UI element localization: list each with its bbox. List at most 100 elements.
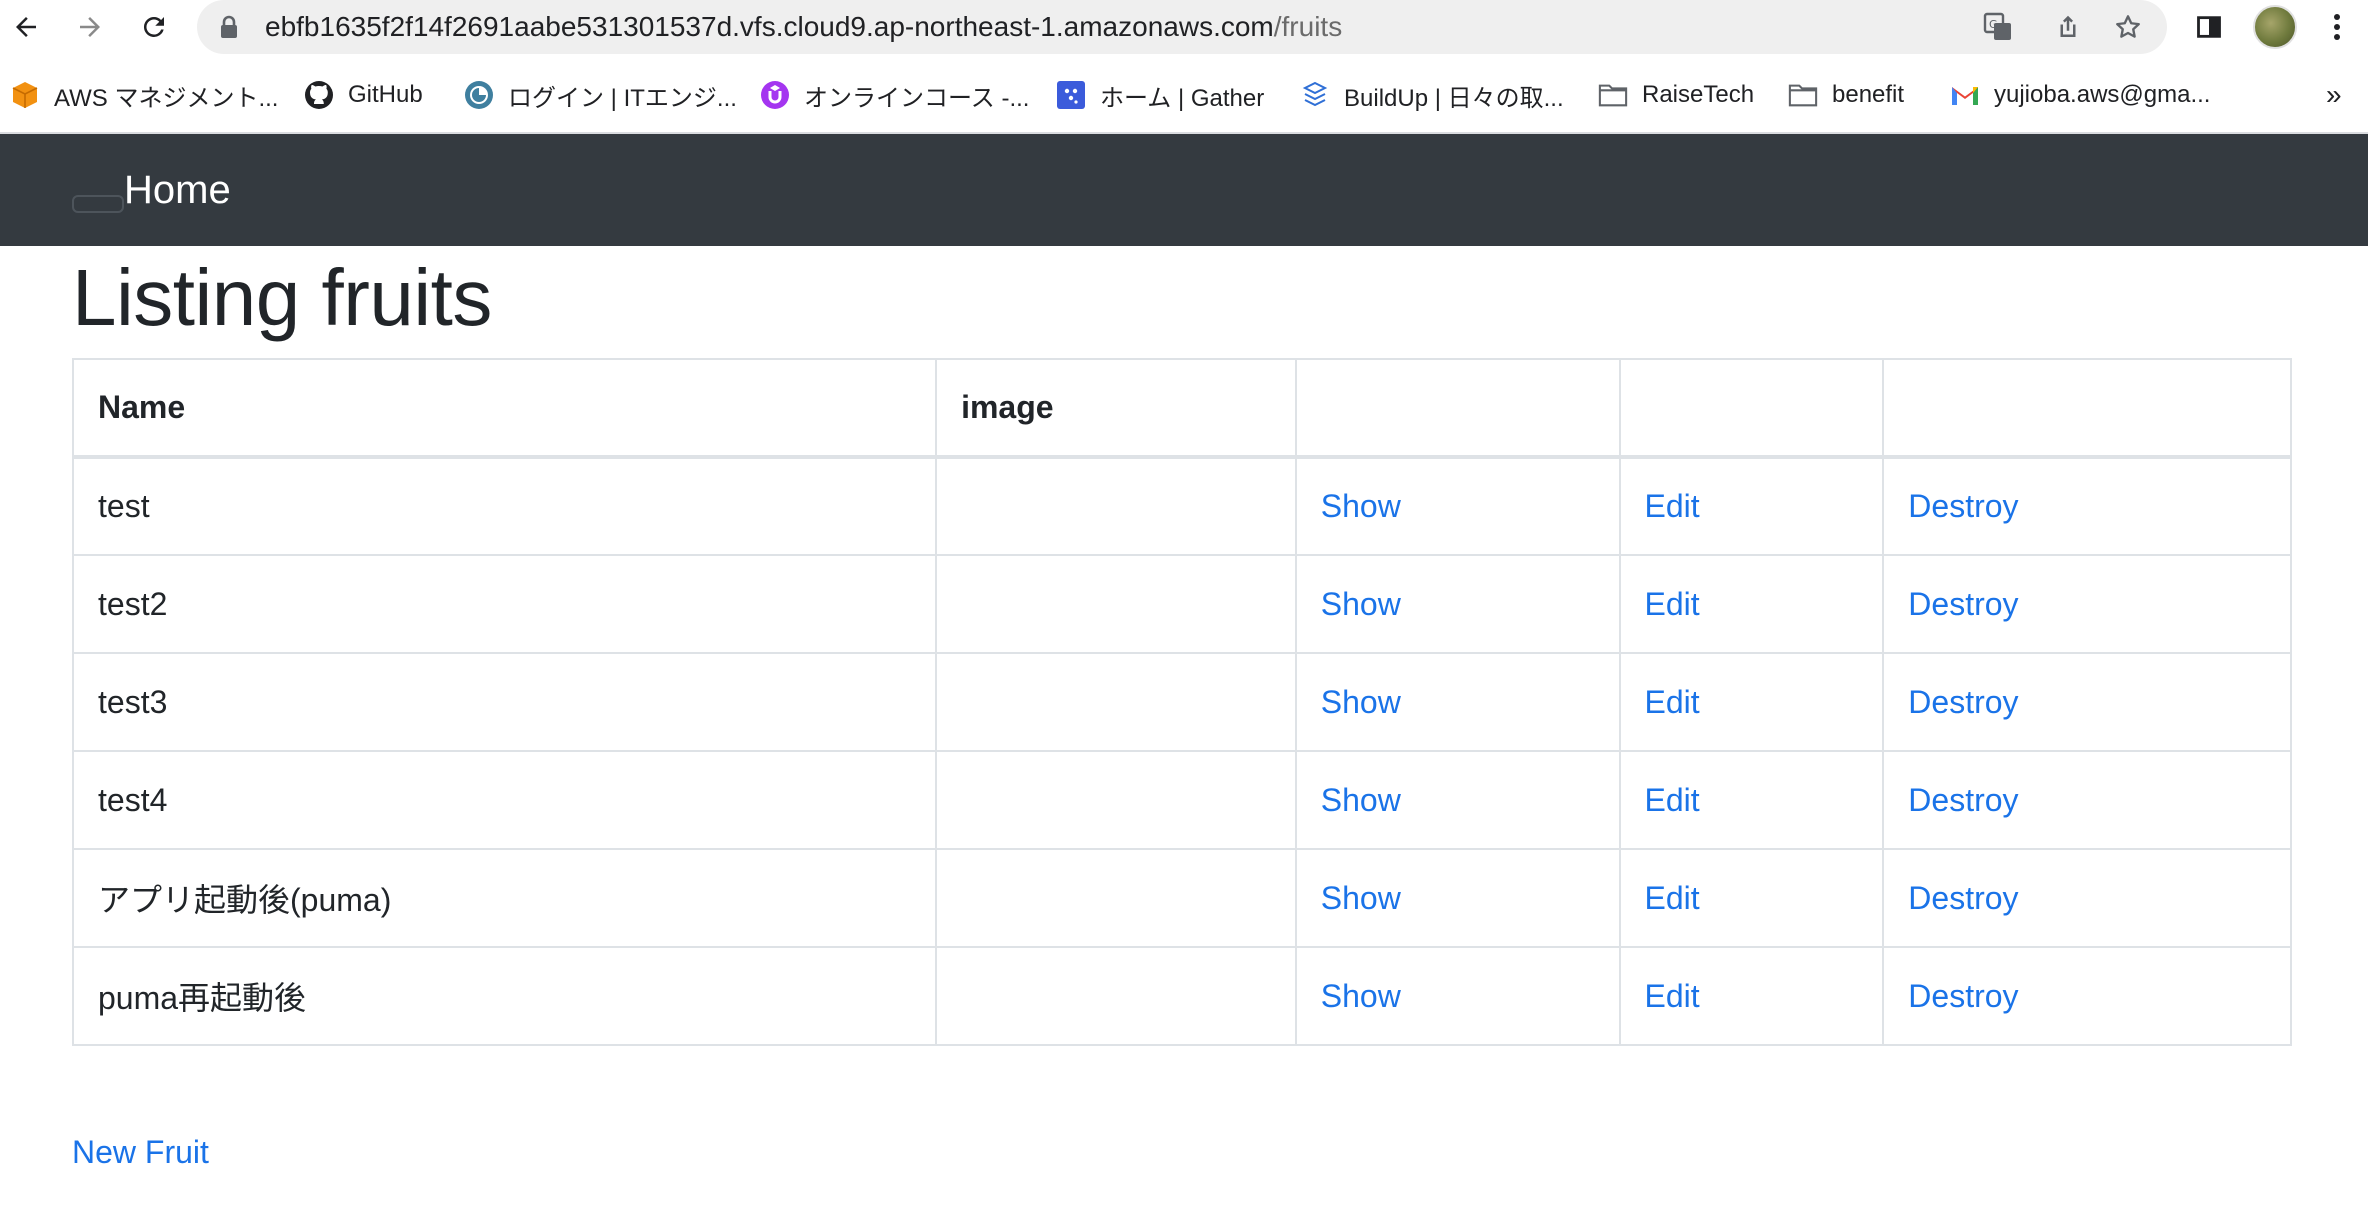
buildup-icon xyxy=(1300,80,1330,110)
column-header-show xyxy=(1294,358,1621,459)
fruit-name: test4 xyxy=(71,750,938,850)
fruit-image xyxy=(935,652,1297,752)
edit-cell: Edit xyxy=(1618,554,1885,654)
translate-icon[interactable]: G xyxy=(1983,12,2013,42)
side-panel-icon[interactable] xyxy=(2192,10,2226,44)
svg-text:G: G xyxy=(1989,18,1998,31)
table-row: test Show Edit Destroy xyxy=(71,456,2292,556)
edit-link[interactable]: Edit xyxy=(1645,880,1700,916)
fruit-image xyxy=(935,750,1297,850)
address-bar[interactable]: ebfb1635f2f14f2691aabe531301537d.vfs.clo… xyxy=(197,0,2167,54)
table-row: test2 Show Edit Destroy xyxy=(71,554,2292,654)
bookmark-gmail[interactable]: yujioba.aws@gma... xyxy=(1950,72,2210,118)
edit-link[interactable]: Edit xyxy=(1645,586,1700,622)
fruits-table: Name image test Show Edit Destroy test2 … xyxy=(71,358,2292,1046)
column-header-name: Name xyxy=(71,358,938,459)
bookmark-aws[interactable]: AWS マネジメント... xyxy=(10,72,278,118)
profile-avatar[interactable] xyxy=(2253,5,2297,49)
destroy-cell: Destroy xyxy=(1882,946,2292,1046)
bookmark-label: RaiseTech xyxy=(1642,81,1755,108)
bookmark-github[interactable]: GitHub xyxy=(304,72,423,118)
destroy-link[interactable]: Destroy xyxy=(1908,880,2018,916)
show-link[interactable]: Show xyxy=(1321,880,1401,916)
page-title: Listing fruits xyxy=(72,253,492,342)
url-path: /fruits xyxy=(1273,11,1343,42)
column-header-destroy xyxy=(1882,358,2292,459)
edit-link[interactable]: Edit xyxy=(1645,488,1700,524)
fruit-image xyxy=(935,946,1297,1046)
fruit-name: test3 xyxy=(71,652,938,752)
login-site-icon xyxy=(464,80,494,110)
show-cell: Show xyxy=(1294,554,1621,654)
fruit-name: test xyxy=(71,456,938,556)
bookmark-label: AWS マネジメント... xyxy=(54,84,279,112)
kebab-menu-icon[interactable] xyxy=(2320,10,2354,44)
url-host: ebfb1635f2f14f2691aabe531301537d.vfs.clo… xyxy=(265,11,1274,42)
new-fruit-link[interactable]: New Fruit xyxy=(72,1130,209,1174)
fruit-name: test2 xyxy=(71,554,938,654)
table-row: puma再起動後 Show Edit Destroy xyxy=(71,946,2292,1046)
fruit-name: アプリ起動後(puma) xyxy=(71,848,938,948)
edit-link[interactable]: Edit xyxy=(1645,978,1700,1014)
gmail-icon xyxy=(1950,80,1980,110)
bookmark-login[interactable]: ログイン | ITエンジ... xyxy=(464,72,737,118)
arrow-right-icon xyxy=(80,17,100,37)
bookmark-benefit[interactable]: benefit xyxy=(1788,72,1904,118)
aws-cube-icon xyxy=(10,80,40,110)
bookmark-star-icon[interactable] xyxy=(2113,12,2143,42)
bookmark-label: ログイン | ITエンジ... xyxy=(508,84,737,112)
browser-toolbar: ebfb1635f2f14f2691aabe531301537d.vfs.clo… xyxy=(0,0,2368,54)
more-bookmarks-button[interactable]: » xyxy=(2326,72,2342,118)
edit-cell: Edit xyxy=(1618,946,1885,1046)
destroy-cell: Destroy xyxy=(1882,750,2292,850)
destroy-link[interactable]: Destroy xyxy=(1908,782,2018,818)
folder-icon xyxy=(1788,80,1818,110)
destroy-link[interactable]: Destroy xyxy=(1908,684,2018,720)
table-row: test3 Show Edit Destroy xyxy=(71,652,2292,752)
bookmarks-bar: AWS マネジメント... GitHub ログイン | ITエンジ... オンラ… xyxy=(0,72,2368,118)
edit-cell: Edit xyxy=(1618,848,1885,948)
bookmark-label: BuildUp | 日々の取... xyxy=(1344,84,1564,112)
show-cell: Show xyxy=(1294,456,1621,556)
column-header-image: image xyxy=(935,358,1297,459)
show-link[interactable]: Show xyxy=(1321,586,1401,622)
edit-link[interactable]: Edit xyxy=(1645,684,1700,720)
github-icon xyxy=(304,80,334,110)
bookmark-label: オンラインコース -... xyxy=(804,84,1030,112)
destroy-link[interactable]: Destroy xyxy=(1908,978,2018,1014)
show-link[interactable]: Show xyxy=(1321,782,1401,818)
edit-cell: Edit xyxy=(1618,456,1885,556)
reload-icon xyxy=(143,16,164,37)
column-header-edit xyxy=(1618,358,1885,459)
bookmark-label: ホーム | Gather xyxy=(1100,84,1265,112)
back-button[interactable] xyxy=(4,5,48,49)
share-icon[interactable] xyxy=(2053,12,2083,42)
navbar-home-link[interactable]: Home xyxy=(124,134,231,246)
bookmark-gather[interactable]: ホーム | Gather xyxy=(1056,72,1264,118)
show-link[interactable]: Show xyxy=(1321,488,1401,524)
bookmark-raisetech[interactable]: RaiseTech xyxy=(1598,72,1754,118)
destroy-cell: Destroy xyxy=(1882,456,2292,556)
show-cell: Show xyxy=(1294,750,1621,850)
lock-icon xyxy=(219,15,239,44)
navbar-toggler-button[interactable] xyxy=(72,195,124,213)
destroy-link[interactable]: Destroy xyxy=(1908,488,2018,524)
reload-button[interactable] xyxy=(132,5,176,49)
destroy-cell: Destroy xyxy=(1882,652,2292,752)
top-navbar xyxy=(0,134,2368,246)
edit-link[interactable]: Edit xyxy=(1645,782,1700,818)
table-header-row: Name image xyxy=(71,358,2292,459)
gather-icon xyxy=(1056,80,1086,110)
forward-button[interactable] xyxy=(68,5,112,49)
bookmark-udemy[interactable]: オンラインコース -... xyxy=(760,72,1029,118)
fruit-image xyxy=(935,456,1297,556)
fruit-image xyxy=(935,848,1297,948)
show-cell: Show xyxy=(1294,946,1621,1046)
bookmark-label: GitHub xyxy=(348,81,423,108)
destroy-cell: Destroy xyxy=(1882,848,2292,948)
destroy-link[interactable]: Destroy xyxy=(1908,586,2018,622)
table-row: アプリ起動後(puma) Show Edit Destroy xyxy=(71,848,2292,948)
show-link[interactable]: Show xyxy=(1321,978,1401,1014)
bookmark-buildup[interactable]: BuildUp | 日々の取... xyxy=(1300,72,1564,118)
show-link[interactable]: Show xyxy=(1321,684,1401,720)
